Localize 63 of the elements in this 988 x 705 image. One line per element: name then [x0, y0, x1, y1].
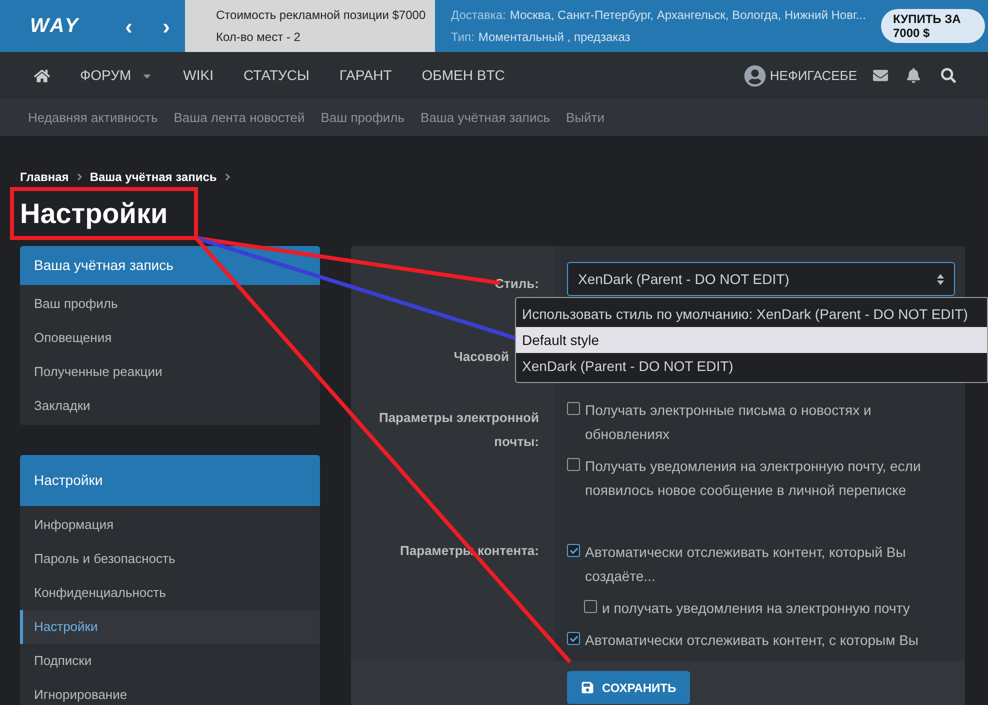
checkbox[interactable]: [567, 458, 580, 471]
checkbox-label: Получать уведомления на электронную почту, если появилось новое сообщение в личной переписке: [585, 457, 922, 500]
field-label: Параметры электронной почты:: [378, 409, 539, 451]
avatar-icon[interactable]: [744, 64, 766, 86]
dropdown-option[interactable]: XenDark (Parent - DO NOT EDIT): [516, 353, 987, 379]
buy-button[interactable]: КУПИТЬ ЗА 7000 $: [881, 9, 985, 43]
checkbox-label: Автоматически отслеживать контент, который Вы создаёте...: [585, 543, 907, 586]
dropdown-option[interactable]: Использовать стиль по умолчанию: XenDark (Parent - DO NOT EDIT): [516, 301, 987, 327]
page-title: Настройки: [20, 196, 168, 230]
sidebar-item[interactable]: Оповещения: [20, 321, 320, 355]
dropdown-option[interactable]: Default style: [516, 327, 987, 353]
sidebar-item[interactable]: Ваш профиль: [20, 287, 320, 321]
checkbox-label: Автоматически отслеживать контент, с которым Вы: [585, 631, 918, 650]
nav-link[interactable]: ОБМЕН BTC: [422, 65, 505, 86]
chevron-icon: [224, 173, 230, 181]
next-button[interactable]: ›: [162, 10, 170, 42]
breadcrumb-link[interactable]: Главная: [20, 168, 69, 186]
home-icon[interactable]: [34, 68, 50, 84]
sidebar-item[interactable]: Настройки: [20, 610, 320, 644]
breadcrumb-link[interactable]: Ваша учётная запись: [90, 168, 217, 186]
field-label: Часовой: [454, 348, 509, 366]
delivery-label: Доставка:: [451, 7, 506, 24]
save-button[interactable]: СОХРАНИТЬ: [567, 671, 690, 704]
checkbox[interactable]: [584, 600, 597, 613]
username-link[interactable]: НЕФИГАСЕБЕ: [770, 66, 857, 86]
nav-link[interactable]: WIKI: [183, 65, 214, 86]
subnav-link[interactable]: Ваша лента новостей: [174, 108, 305, 128]
search-icon[interactable]: [941, 68, 956, 83]
type-label: Тип:: [451, 29, 474, 46]
ad-slots: Кол-во мест - 2: [216, 28, 433, 46]
sidebar-item[interactable]: Полученные реакции: [20, 355, 320, 389]
sidebar-item[interactable]: Подписки: [20, 644, 320, 678]
subnav-link[interactable]: Выйти: [566, 108, 604, 128]
ad-price: Стоимость рекламной позиции $7000: [216, 7, 427, 24]
style-select[interactable]: XenDark (Parent - DO NOT EDIT): [567, 262, 955, 296]
logo[interactable]: WAY: [30, 11, 80, 41]
bell-icon[interactable]: [906, 68, 921, 83]
checkbox[interactable]: [567, 544, 580, 557]
sidebar-item[interactable]: Конфиденциальность: [20, 576, 320, 610]
nav-link[interactable]: ФОРУМ: [80, 65, 132, 86]
sidebar-heading: Ваша учётная запись: [20, 246, 320, 285]
sidebar-item[interactable]: Игнорирование: [20, 678, 320, 705]
nav-link[interactable]: ГАРАНТ: [339, 65, 392, 86]
sidebar-item[interactable]: Закладки: [20, 389, 320, 423]
check-icon: [570, 546, 578, 554]
subnav-link[interactable]: Ваш профиль: [320, 108, 405, 128]
chevron-icon: [76, 173, 82, 181]
envelope-icon[interactable]: [873, 68, 888, 83]
subnav-link[interactable]: Недавняя активность: [28, 108, 158, 128]
checkbox-label: и получать уведомления на электронную почту: [602, 599, 910, 618]
delivery-value: Москва, Санкт-Петербург, Архангельск, Вологда, Нижний Новг...: [510, 7, 866, 24]
checkbox-label: Получать электронные письма о новостях и обновлениях: [585, 401, 872, 444]
sidebar-heading: Настройки: [20, 455, 320, 506]
type-value: Моментальный , предзаказ: [478, 29, 630, 46]
sidebar-item[interactable]: Пароль и безопасность: [20, 542, 320, 576]
previous-button[interactable]: ‹: [125, 10, 132, 42]
checkbox[interactable]: [567, 402, 580, 415]
subnav-link[interactable]: Ваша учётная запись: [420, 108, 550, 128]
checkbox[interactable]: [567, 632, 580, 645]
sidebar-item[interactable]: Информация: [20, 508, 320, 542]
select-arrows-icon: [937, 274, 944, 284]
nav-link[interactable]: СТАТУСЫ: [243, 65, 310, 86]
check-icon: [570, 634, 578, 642]
